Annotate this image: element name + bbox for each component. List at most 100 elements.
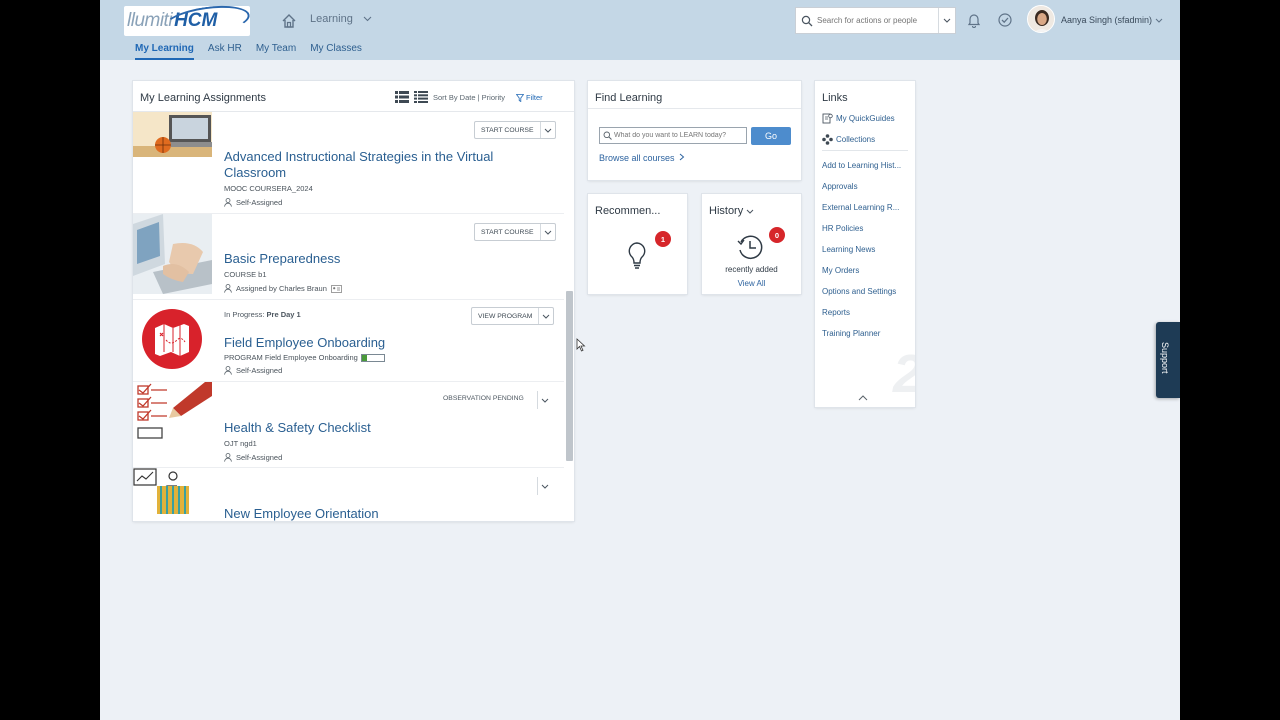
progress-status: In Progress: Pre Day 1 [224, 310, 301, 319]
tab-my-classes[interactable]: My Classes [310, 43, 362, 60]
find-learning-title: Find Learning [595, 92, 663, 104]
tab-my-team[interactable]: My Team [256, 43, 296, 60]
search-scope-dropdown[interactable] [938, 8, 955, 33]
observation-pending-status: OBSERVATION PENDING [443, 395, 524, 402]
link-external-learning[interactable]: External Learning R... [822, 203, 899, 212]
course-title[interactable]: New Employee Orientation [224, 506, 379, 521]
link-label: My QuickGuides [836, 114, 895, 123]
approvals-check-icon[interactable] [997, 12, 1013, 28]
link-approvals[interactable]: Approvals [822, 182, 858, 191]
sort-by-priority[interactable]: Priority [482, 93, 505, 102]
program-progress-bar [360, 353, 385, 362]
home-icon[interactable] [280, 12, 298, 30]
list-item: START COURSE Basic Preparedness COURSE b… [133, 214, 564, 300]
contact-card-icon[interactable] [331, 284, 342, 293]
detail-view-icon[interactable] [414, 91, 428, 103]
learning-search-input[interactable] [614, 132, 744, 139]
support-label: Support [1160, 342, 1170, 374]
chevron-down-icon [943, 18, 951, 23]
view-program-button[interactable]: VIEW PROGRAM [471, 307, 555, 325]
course-type: MOOC COURSERA_2024 [224, 184, 313, 193]
recommended-title: Recommen... [595, 205, 661, 217]
history-count-badge: 0 [769, 227, 785, 243]
search-icon [603, 131, 612, 140]
user-photo-icon [1028, 6, 1054, 32]
keyboard-typing-image-icon [133, 214, 212, 294]
start-course-button[interactable]: START COURSE [474, 121, 556, 139]
checklist-image-icon [133, 382, 212, 442]
list-item: START COURSE Advanced Instructional Stra… [133, 112, 564, 214]
shell-bar: llumiti HCM Learning My Learning Ask HR M… [100, 0, 1180, 60]
chevron-down-icon[interactable] [541, 128, 555, 133]
history-tile[interactable]: History 0 recently added View All [702, 194, 801, 294]
assignment-source: Self-Assigned [224, 198, 282, 207]
user-menu[interactable]: Aanya Singh (sfadmin) [1061, 15, 1163, 25]
link-collections[interactable]: Collections [822, 134, 875, 145]
link-hr-policies[interactable]: HR Policies [822, 224, 863, 233]
chevron-down-icon [538, 398, 552, 403]
search-icon [801, 15, 813, 26]
link-options-and-settings[interactable]: Options and Settings [822, 287, 896, 296]
history-clock-icon [737, 235, 763, 259]
checklist-type: OJT ngd1 [224, 439, 257, 448]
view-program-label: VIEW PROGRAM [472, 308, 540, 324]
chevron-up-icon[interactable] [858, 394, 868, 401]
link-reports[interactable]: Reports [822, 308, 850, 317]
chevron-down-icon[interactable] [539, 314, 553, 319]
link-my-orders[interactable]: My Orders [822, 266, 859, 275]
laptop-image-icon [133, 112, 212, 157]
sort-by-date[interactable]: Sort By Date [433, 93, 476, 102]
history-title: History [709, 205, 744, 217]
learning-assignments-card: My Learning Assignments Sort By Date | P… [133, 81, 574, 521]
browse-all-courses-link[interactable]: Browse all courses [599, 153, 685, 163]
view-all-link[interactable]: View All [702, 279, 801, 288]
program-type: PROGRAM Field Employee Onboarding [224, 353, 358, 362]
list-view-icon[interactable] [395, 91, 409, 103]
item-menu-button[interactable] [537, 477, 552, 495]
notifications-bell-icon[interactable] [966, 12, 982, 28]
support-tab[interactable]: Support [1156, 322, 1180, 398]
assignments-title: My Learning Assignments [140, 92, 266, 104]
module-switcher[interactable]: Learning [310, 13, 372, 25]
tab-my-learning[interactable]: My Learning [135, 43, 194, 60]
assigned-label: Self-Assigned [236, 198, 283, 207]
course-title[interactable]: Basic Preparedness [224, 251, 340, 267]
collections-icon [822, 134, 833, 145]
scrollbar-thumb[interactable] [566, 291, 573, 461]
find-learning-card: Find Learning Go Browse all courses [588, 81, 801, 180]
chevron-down-icon[interactable] [541, 230, 555, 235]
progress-label: In Progress: [224, 310, 265, 319]
link-training-planner[interactable]: Training Planner [822, 329, 880, 338]
link-learning-news[interactable]: Learning News [822, 245, 875, 254]
chevron-down-icon [746, 209, 754, 214]
links-card: Links My QuickGuides Collections Add to … [815, 81, 915, 407]
start-course-button[interactable]: START COURSE [474, 223, 556, 241]
company-logo[interactable]: llumiti HCM [124, 1, 252, 41]
orientation-thumbnail [133, 468, 212, 514]
recommended-tile[interactable]: Recommen... 1 [588, 194, 687, 294]
lightbulb-icon [628, 242, 646, 269]
avatar[interactable] [1027, 5, 1055, 33]
tab-ask-hr[interactable]: Ask HR [208, 43, 242, 60]
module-label: Learning [310, 13, 353, 25]
filter-button[interactable]: Filter [516, 93, 543, 102]
logo-swoosh [162, 1, 252, 41]
mouse-cursor-icon [576, 338, 586, 352]
chevron-down-icon [363, 16, 372, 22]
checklist-title[interactable]: Health & Safety Checklist [224, 420, 371, 436]
assigned-label: Self-Assigned [236, 366, 283, 375]
learning-search-box [599, 127, 747, 144]
course-title[interactable]: Advanced Instructional Strategies in the… [224, 149, 544, 181]
item-menu-button[interactable] [537, 391, 552, 409]
go-button[interactable]: Go [751, 127, 791, 145]
link-add-to-learning-history[interactable]: Add to Learning Hist... [822, 161, 901, 170]
search-input[interactable] [817, 16, 939, 25]
program-progress-fill [361, 354, 368, 361]
progress-value: Pre Day 1 [266, 310, 301, 319]
person-icon [224, 284, 232, 293]
user-name: Aanya Singh (sfadmin) [1061, 15, 1153, 25]
start-course-label: START COURSE [475, 224, 541, 240]
program-title[interactable]: Field Employee Onboarding [224, 335, 385, 351]
link-my-quickguides[interactable]: My QuickGuides [822, 113, 895, 124]
watermark-graphic: 2 [893, 343, 915, 405]
